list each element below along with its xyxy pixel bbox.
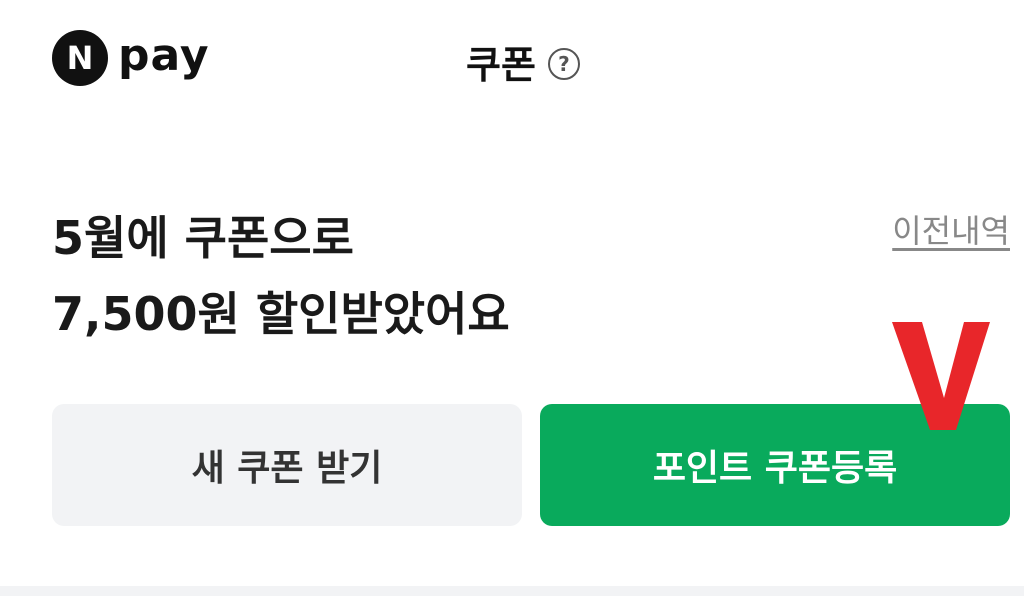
logo-text: pay (118, 29, 210, 81)
annotation-check-mark (892, 322, 990, 430)
page-title: 쿠폰 (466, 43, 536, 87)
logo-letter: N (66, 39, 94, 77)
summary-line-2: 7,500원 할인받았어요 (52, 287, 510, 341)
new-coupon-button[interactable]: 새 쿠폰 받기 (52, 404, 522, 526)
page-header: 쿠폰 ? (466, 34, 580, 89)
discount-summary: 5월에 쿠폰으로 7,500원 할인받았어요 (52, 200, 510, 352)
npay-logo-circle: N (52, 30, 108, 86)
summary-line-1: 5월에 쿠폰으로 (52, 211, 354, 265)
help-icon[interactable]: ? (547, 47, 580, 80)
npay-logo[interactable]: N pay (52, 30, 210, 86)
section-divider (0, 586, 1024, 596)
history-link[interactable]: 이전내역 (892, 206, 1010, 252)
coupon-page: N pay 쿠폰 ? 5월에 쿠폰으로 7,500원 할인받았어요 이전내역 새… (0, 0, 1024, 596)
